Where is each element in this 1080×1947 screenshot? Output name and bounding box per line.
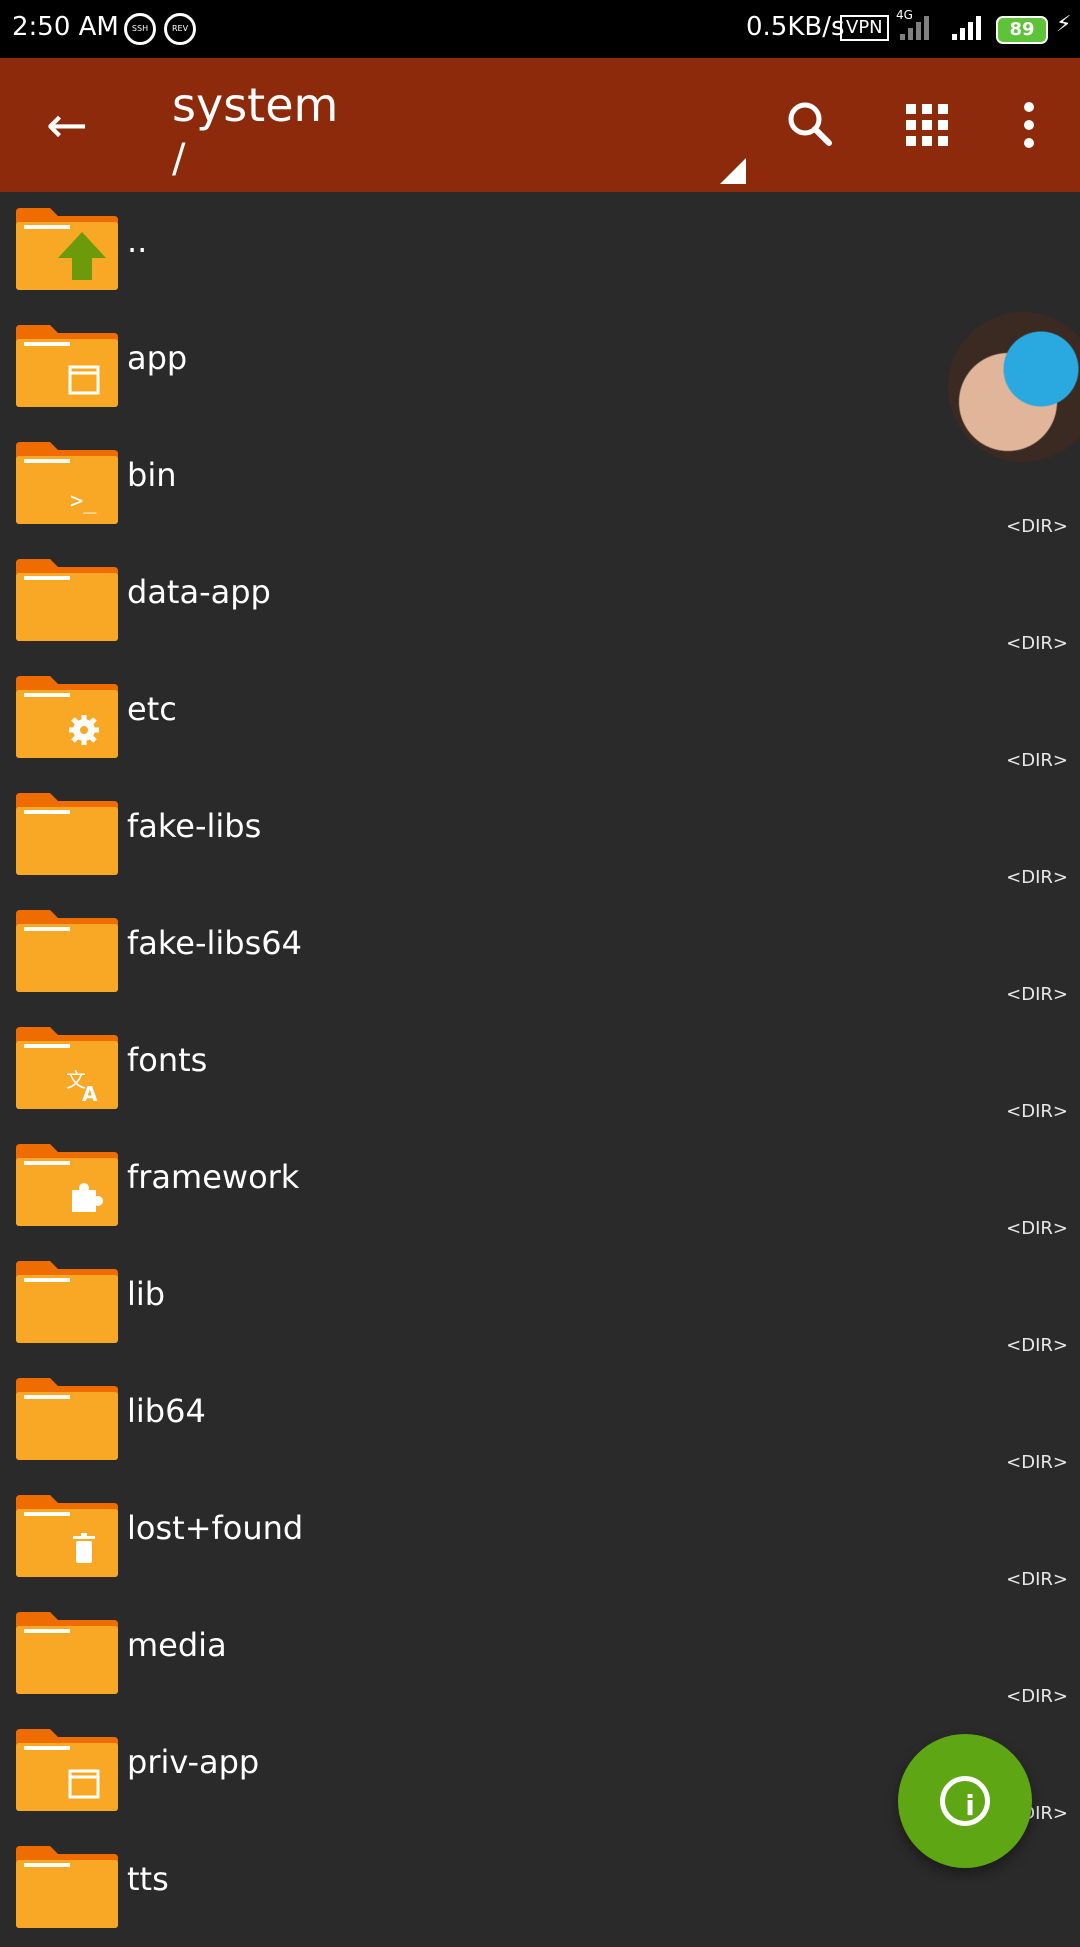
signal-icon [900, 14, 936, 40]
file-type-label: <DIR> [1006, 1101, 1068, 1122]
file-name: lib64 [127, 1392, 206, 1430]
file-type-label: <DIR> [1006, 1686, 1068, 1707]
svg-text:A: A [82, 1082, 98, 1106]
signal-icon [952, 14, 988, 40]
list-item[interactable]: framework <DIR> [0, 1128, 1080, 1245]
file-type-label: <DIR> [1006, 1335, 1068, 1356]
file-type-label: <DIR> [1006, 633, 1068, 654]
file-type-label: <DIR> [1006, 516, 1068, 537]
more-vertical-icon[interactable] [998, 94, 1060, 156]
file-type-label: <DIR> [1006, 1452, 1068, 1473]
list-item[interactable]: app [0, 309, 1080, 426]
file-name: fake-libs [127, 807, 262, 845]
list-item[interactable]: fake-libs64 <DIR> [0, 894, 1080, 1011]
folder-icon [16, 910, 118, 992]
folder-icon [16, 1261, 118, 1343]
list-item[interactable]: lost+found <DIR> [0, 1479, 1080, 1596]
list-item[interactable]: lib <DIR> [0, 1245, 1080, 1362]
app-bar: ← system / [0, 58, 1080, 192]
info-button[interactable]: i [898, 1734, 1032, 1868]
arrow-left-icon[interactable]: ← [36, 94, 98, 156]
svg-text:>_: >_ [70, 489, 97, 514]
page-title: system [172, 78, 339, 132]
file-list: .. app >_ bin <DIR> data-app <DIR> etc <DIR> fake… [0, 192, 1080, 1947]
folder-terminal-icon: >_ [16, 442, 118, 524]
file-name: bin [127, 456, 177, 494]
file-name: fake-libs64 [127, 924, 302, 962]
folder-trash-icon [16, 1495, 118, 1577]
list-item[interactable]: 文 Afonts <DIR> [0, 1011, 1080, 1128]
file-type-label: <DIR> [1006, 750, 1068, 771]
rev-icon: REV [164, 13, 196, 45]
dropdown-corner-icon[interactable] [720, 158, 746, 184]
list-item[interactable]: lib64 <DIR> [0, 1362, 1080, 1479]
list-item[interactable]: etc <DIR> [0, 660, 1080, 777]
current-path[interactable]: / [172, 136, 185, 182]
file-type-label: <DIR> [1006, 984, 1068, 1005]
folder-icon [16, 559, 118, 641]
file-name: tts [127, 1860, 169, 1898]
file-name: media [127, 1626, 227, 1664]
vpn-badge: VPN [840, 15, 889, 41]
folder-gear-icon [16, 676, 118, 758]
list-item[interactable]: data-app <DIR> [0, 543, 1080, 660]
folder-icon [16, 1612, 118, 1694]
folder-icon [16, 1846, 118, 1928]
info-icon: i [940, 1776, 990, 1826]
file-name: etc [127, 690, 177, 728]
search-icon[interactable] [780, 94, 842, 156]
folder-app-icon [16, 325, 118, 407]
file-name: lost+found [127, 1509, 304, 1547]
file-type-label: <DIR> [1006, 867, 1068, 888]
list-item[interactable]: .. [0, 192, 1080, 309]
status-time: 2:50 AM [12, 12, 119, 42]
folder-icon [16, 1378, 118, 1460]
ssh-icon: SSH [124, 13, 156, 45]
folder-puzzle-icon [16, 1144, 118, 1226]
list-item[interactable]: fake-libs <DIR> [0, 777, 1080, 894]
file-type-label: <DIR> [1006, 1218, 1068, 1239]
grid-view-icon[interactable] [896, 94, 958, 156]
file-name: app [127, 339, 188, 377]
folder-translate-icon: 文A [16, 1027, 118, 1109]
list-item[interactable]: >_ bin <DIR> [0, 426, 1080, 543]
file-name: priv-app [127, 1743, 260, 1781]
file-name: fonts [127, 1041, 208, 1079]
file-name: .. [127, 222, 148, 260]
file-type-label: <DIR> [1006, 1569, 1068, 1590]
folder-app-icon [16, 1729, 118, 1811]
file-name: data-app [127, 573, 271, 611]
network-speed: 0.5KB/s [746, 12, 845, 42]
folder-icon [16, 793, 118, 875]
status-bar: 2:50 AM SSH REV 0.5KB/s VPN 4G 89 ⚡ [0, 0, 1080, 58]
file-name: lib [127, 1275, 166, 1313]
folder-up-icon [16, 208, 118, 290]
charging-icon: ⚡ [1056, 12, 1072, 37]
file-name: framework [127, 1158, 300, 1196]
list-item[interactable]: media <DIR> [0, 1596, 1080, 1713]
battery-icon: 89 [996, 16, 1048, 44]
